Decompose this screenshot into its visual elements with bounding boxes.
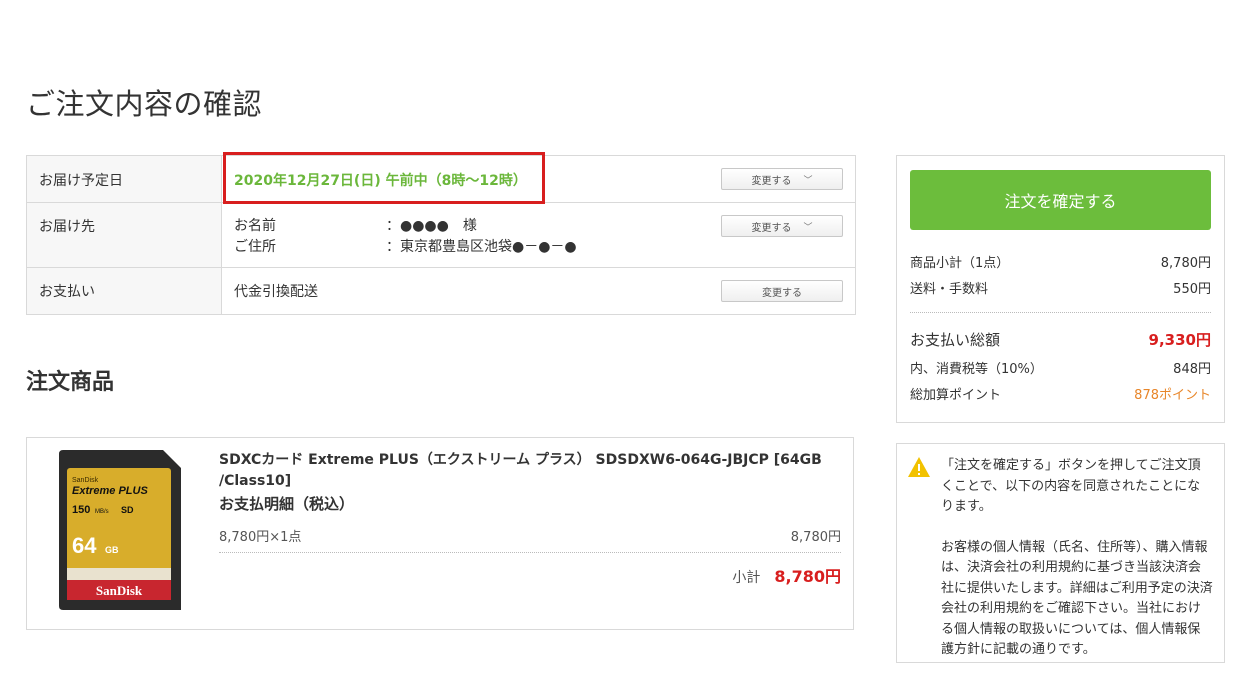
divider — [219, 552, 841, 553]
recipient-address-value: ：東京都豊島区池袋●－●－● — [386, 239, 577, 255]
card-speed-unit: MB/s — [95, 509, 109, 515]
product-image: SanDisk Extreme PLUS 150 MB/s SD 64 GB S… — [59, 450, 181, 610]
tax-label: 内、消費税等（10%） — [910, 362, 1043, 377]
chevron-down-icon: ﹀ — [803, 222, 813, 233]
product-item: SanDisk Extreme PLUS 150 MB/s SD 64 GB S… — [26, 437, 854, 630]
points-label: 総加算ポイント — [910, 388, 1002, 403]
confirm-order-button[interactable]: 注文を確定する — [910, 170, 1211, 230]
tax-value: 848円 — [1173, 362, 1211, 377]
svg-text:SD: SD — [121, 505, 134, 515]
change-payment-button[interactable]: 変更する — [721, 280, 843, 302]
recipient-address-line: ご住所 ：東京都豊島区池袋●－●－● — [234, 236, 577, 256]
payment-row: お支払い 代金引換配送 変更する — [27, 267, 855, 314]
order-summary: 注文を確定する 商品小計（1点） 8,780円 送料・手数料 550円 お支払い… — [896, 155, 1225, 423]
notice-paragraph: 「注文を確定する」ボタンを押してご注文頂くことで、以下の内容を同意されたことにな… — [941, 458, 1201, 514]
divider — [910, 312, 1211, 313]
change-button-label: 変更する — [751, 222, 792, 234]
page-title: ご注文内容の確認 — [26, 87, 263, 122]
total-label: お支払い総額 — [910, 331, 1001, 349]
agreement-notice: 「注文を確定する」ボタンを押してご注文頂くことで、以下の内容を同意されたことにな… — [896, 443, 1225, 663]
total-value: 9,330円 — [1148, 331, 1211, 349]
payment-label: お支払い — [27, 268, 222, 314]
card-capacity-unit: GB — [105, 545, 119, 555]
warning-icon — [908, 457, 930, 477]
destination-label: お届け先 — [27, 203, 222, 267]
subtotal-value: 8,780円 — [774, 567, 841, 586]
card-product-line: Extreme PLUS — [72, 485, 148, 497]
destination-row: お届け先 お名前 ：●●●● 様 ご住所 ：東京都豊島区池袋●－●－● 変更する ﹀ — [27, 202, 855, 267]
product-subtotal: 小計 8,780円 — [732, 563, 841, 587]
items-subtotal-row: 商品小計（1点） 8,780円 — [910, 252, 1211, 271]
recipient-address-key: ご住所 — [234, 239, 276, 255]
notice-paragraph: お客様の個人情報（氏名、住所等）、購入情報は、決済会社の利用規約に基づき当該決済… — [941, 539, 1213, 658]
card-speed: 150 — [72, 504, 90, 516]
tax-row: 内、消費税等（10%） 848円 — [910, 358, 1211, 377]
recipient-name-line: お名前 ：●●●● 様 — [234, 215, 477, 235]
product-name-link[interactable]: SDXCカード Extreme PLUS（エクストリーム プラス） SDSDXW… — [219, 450, 829, 492]
points-value: 878ポイント — [1134, 388, 1211, 403]
items-subtotal-value: 8,780円 — [1160, 256, 1211, 271]
change-button-label: 変更する — [751, 175, 792, 187]
notice-text: 「注文を確定する」ボタンを押してご注文頂くことで、以下の内容を同意されたことにな… — [941, 456, 1213, 681]
card-capacity: 64 — [72, 533, 97, 558]
payment-breakdown-title: お支払明細（税込） — [219, 495, 355, 513]
line-total: 8,780円 — [790, 530, 841, 545]
card-sandisk-logo: SanDisk — [96, 583, 143, 598]
change-button-label: 変更する — [762, 287, 802, 299]
shipping-value: 550円 — [1173, 282, 1211, 297]
products-heading: 注文商品 — [26, 370, 115, 396]
destination-cell: お名前 ：●●●● 様 ご住所 ：東京都豊島区池袋●－●－● 変更する ﹀ — [222, 203, 855, 267]
items-subtotal-label: 商品小計（1点） — [910, 256, 1010, 271]
delivery-date-label: お届け予定日 — [27, 156, 222, 202]
recipient-name-key: お名前 — [234, 218, 276, 234]
change-destination-button[interactable]: 変更する ﹀ — [721, 215, 843, 237]
recipient-name-value: ：●●●● 様 — [386, 218, 477, 234]
shipping-label: 送料・手数料 — [910, 282, 989, 297]
subtotal-label: 小計 — [732, 570, 761, 586]
delivery-date-highlight — [223, 152, 545, 204]
shipping-row: 送料・手数料 550円 — [910, 278, 1211, 297]
payment-cell: 代金引換配送 変更する — [222, 268, 855, 314]
payment-method-value: 代金引換配送 — [234, 284, 318, 300]
points-row: 総加算ポイント 878ポイント — [910, 384, 1211, 403]
chevron-down-icon: ﹀ — [803, 175, 813, 186]
unit-price-quantity: 8,780円×1点 — [219, 530, 302, 545]
change-delivery-date-button[interactable]: 変更する ﹀ — [721, 168, 843, 190]
card-brand-small: SanDisk — [72, 477, 99, 484]
total-row: お支払い総額 9,330円 — [910, 329, 1211, 350]
